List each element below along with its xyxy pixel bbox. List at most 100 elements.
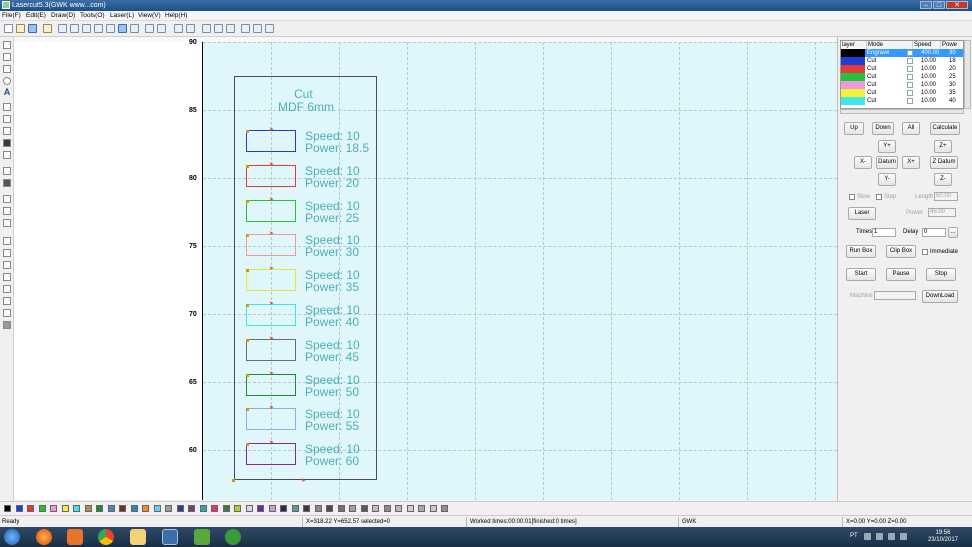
layer-color-swatch[interactable] [841, 97, 865, 105]
layer-power[interactable]: 30 [949, 50, 956, 56]
step-checkbox[interactable] [876, 194, 882, 200]
layer-output-checkbox[interactable] [907, 58, 913, 64]
layer-color-swatch[interactable] [841, 89, 865, 97]
undo-icon[interactable] [145, 24, 154, 33]
zoom-select-icon[interactable] [70, 24, 79, 33]
menu-tools[interactable]: Tools(O) [80, 12, 105, 20]
layer-color-swatch[interactable] [841, 57, 865, 65]
power-label[interactable]: Power: 20 [305, 177, 359, 189]
ungroup-icon[interactable] [186, 24, 195, 33]
palette-swatch[interactable] [176, 505, 184, 512]
system-clock[interactable]: 19:56 23/10/2017 [928, 530, 958, 544]
zoom-page-icon[interactable] [118, 24, 127, 33]
palette-swatch[interactable] [383, 505, 391, 512]
align-bottom-icon[interactable] [3, 273, 11, 281]
power-label[interactable]: Power: 60 [305, 455, 359, 467]
layer-stack-icon[interactable] [3, 321, 11, 329]
y-plus-button[interactable]: Y+ [878, 140, 896, 153]
layer-output-checkbox[interactable] [907, 66, 913, 72]
palette-swatch[interactable] [130, 505, 138, 512]
z-minus-button[interactable]: Z- [934, 173, 952, 186]
line-tool-icon[interactable] [214, 24, 223, 33]
line-icon[interactable] [3, 41, 11, 49]
layer-table-scrollbar[interactable] [964, 40, 971, 109]
test-rectangle[interactable]: ➤ [246, 231, 296, 256]
z-datum-button[interactable]: Z Datum [930, 156, 958, 169]
start-menu-icon[interactable] [4, 529, 20, 545]
align-right-icon[interactable] [3, 249, 11, 257]
start-button[interactable]: Start [846, 268, 876, 281]
layer-power[interactable]: 25 [949, 74, 956, 80]
layer-speed[interactable]: 400.00 [921, 50, 939, 56]
layer-output-checkbox[interactable] [907, 50, 913, 56]
layer-row[interactable]: Cut 10.00 30 [841, 81, 963, 89]
group-icon[interactable] [174, 24, 183, 33]
layer-output-checkbox[interactable] [907, 74, 913, 80]
palette-swatch[interactable] [395, 505, 402, 512]
up-button[interactable]: Up [844, 122, 864, 135]
layer-mode[interactable]: Cut [867, 98, 876, 104]
power-label[interactable]: Power: 45 [305, 351, 359, 363]
palette-swatch[interactable] [245, 505, 253, 512]
palette-swatch[interactable] [38, 505, 46, 512]
test-rectangle[interactable]: ➤ [246, 127, 296, 152]
layer-power[interactable]: 20 [949, 66, 956, 72]
layer-mode[interactable]: Cut [867, 90, 876, 96]
menu-draw[interactable]: Draw(D) [51, 12, 75, 20]
palette-swatch[interactable] [429, 505, 437, 512]
menu-help[interactable]: Help(H) [165, 12, 187, 20]
pen-icon[interactable] [58, 24, 67, 33]
test-rectangle[interactable]: ➤ [246, 301, 296, 326]
center-v-icon[interactable] [3, 297, 11, 305]
align-left-icon[interactable] [3, 237, 11, 245]
layer-mode[interactable]: Cut [867, 82, 876, 88]
palette-swatch[interactable] [107, 505, 115, 512]
tray-network-icon[interactable] [888, 533, 895, 540]
path-icon[interactable] [253, 24, 262, 33]
layer-row[interactable]: Cut 10.00 40 [841, 97, 963, 105]
machine-select[interactable] [874, 291, 916, 300]
power-label[interactable]: Power: 40 [305, 316, 359, 328]
test-rectangle[interactable]: ➤ [246, 405, 296, 430]
palette-swatch[interactable] [291, 505, 299, 512]
calculate-button[interactable]: Calculate [930, 122, 960, 135]
clip-box-button[interactable]: Clip Box [886, 245, 916, 258]
layer-row[interactable]: Cut 10.00 20 [841, 65, 963, 73]
palette-swatch[interactable] [257, 505, 264, 512]
node-edit-icon[interactable] [202, 24, 211, 33]
test-rectangle[interactable]: ➤ [246, 197, 296, 222]
power-label[interactable]: Power: 35 [305, 281, 359, 293]
download-button[interactable]: DownLoad [922, 290, 958, 303]
fill-icon[interactable] [3, 179, 11, 187]
layer-color-swatch[interactable] [841, 73, 865, 81]
file-explorer-icon[interactable] [130, 529, 146, 545]
col-layer[interactable]: layer [841, 41, 867, 49]
palette-swatch[interactable] [188, 505, 195, 512]
palette-swatch[interactable] [406, 505, 414, 512]
col-power[interactable]: Powe [941, 41, 963, 49]
layer-table[interactable]: layer Mode Speed Powe Engrave 400.00 30 Cut… [840, 40, 964, 109]
palette-swatch[interactable] [199, 505, 207, 512]
media-player-icon[interactable] [67, 529, 83, 545]
power-label[interactable]: Power: 30 [305, 246, 359, 258]
times-input[interactable]: 1 [872, 228, 896, 237]
close-button[interactable]: ✕ [946, 1, 968, 9]
lasercut-taskbar-icon[interactable] [162, 529, 178, 545]
palette-swatch[interactable] [84, 505, 92, 512]
palette-swatch[interactable] [418, 505, 425, 512]
palette-swatch[interactable] [326, 505, 333, 512]
distribute-icon[interactable] [3, 195, 11, 203]
layer-power[interactable]: 35 [949, 90, 956, 96]
length-input[interactable]: 50.00 [934, 192, 958, 201]
polyline-icon[interactable] [3, 65, 11, 73]
palette-swatch[interactable] [165, 505, 172, 512]
test-rectangle[interactable]: ➤ [246, 440, 296, 465]
power-input[interactable]: 45.00 [928, 208, 956, 217]
y-minus-button[interactable]: Y- [878, 173, 896, 186]
menu-laser[interactable]: Laser(L) [110, 12, 134, 20]
palette-swatch[interactable] [142, 505, 149, 512]
redo-icon[interactable] [157, 24, 166, 33]
palette-swatch[interactable] [73, 505, 80, 512]
test-rectangle[interactable]: ➤ [246, 162, 296, 187]
delay-input[interactable]: 0 [922, 228, 946, 237]
